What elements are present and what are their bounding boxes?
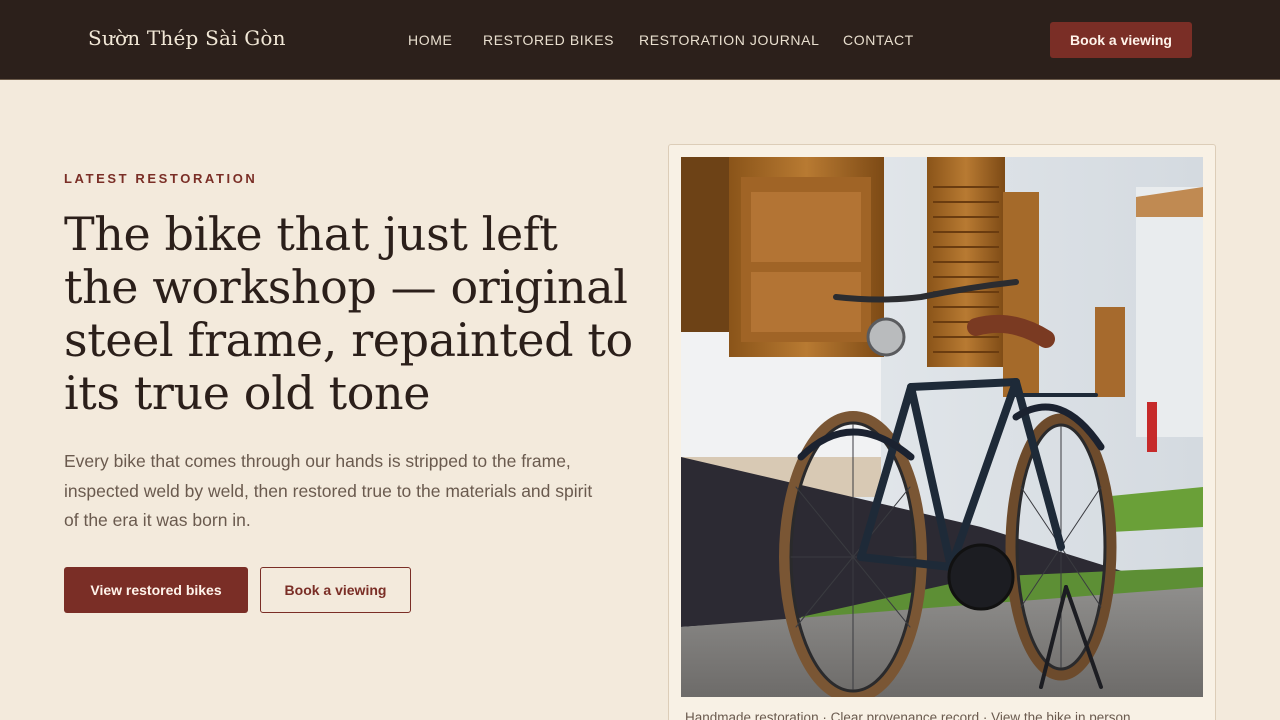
hero-lede: Every bike that comes through our hands … xyxy=(64,451,593,530)
book-viewing-button[interactable]: Book a viewing xyxy=(260,567,411,613)
nav-restoration-journal[interactable]: RESTORATION JOURNAL xyxy=(639,32,819,48)
nav-home[interactable]: HOME xyxy=(408,32,452,48)
brand-logo[interactable]: Sườn Thép Sài Gòn xyxy=(88,26,286,50)
view-restored-bikes-button[interactable]: View restored bikes xyxy=(64,567,248,613)
hero-eyebrow: LATEST RESTORATION xyxy=(64,171,258,186)
restoration-photo-card: Handmade restoration · Clear provenance … xyxy=(668,144,1216,720)
restored-bicycle-photo xyxy=(681,157,1203,697)
site-header: Sườn Thép Sài Gòn HOME RESTORED BIKES RE… xyxy=(0,0,1280,80)
nav-contact[interactable]: CONTACT xyxy=(843,32,914,48)
nav-restored-bikes[interactable]: RESTORED BIKES xyxy=(483,32,614,48)
hero-headline: The bike that just left the workshop — o… xyxy=(64,207,633,420)
photo-caption: Handmade restoration · Clear provenance … xyxy=(685,710,1131,720)
book-viewing-header-button[interactable]: Book a viewing xyxy=(1050,22,1192,58)
